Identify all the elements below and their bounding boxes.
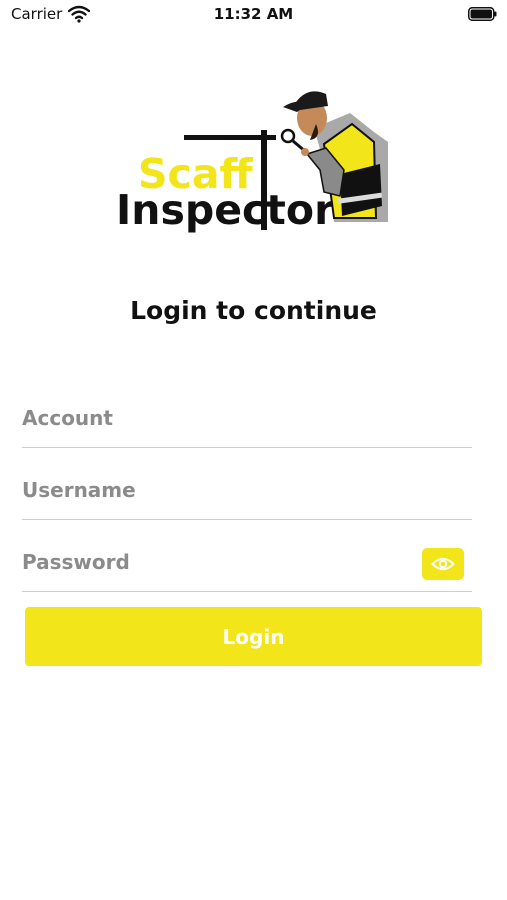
account-input[interactable] xyxy=(22,392,402,444)
eye-icon xyxy=(431,557,455,571)
status-bar: Carrier 11:32 AM xyxy=(0,0,507,30)
scaff-inspector-logo: Scaff Inspector xyxy=(116,91,388,234)
account-field xyxy=(22,392,472,448)
page-heading: Login to continue xyxy=(130,296,377,325)
battery-icon xyxy=(468,7,497,21)
login-button[interactable]: Login xyxy=(25,607,482,666)
password-field xyxy=(22,536,472,592)
status-time: 11:32 AM xyxy=(213,5,294,23)
username-input[interactable] xyxy=(22,464,402,516)
password-input[interactable] xyxy=(22,536,402,588)
username-field xyxy=(22,464,472,520)
logo-word-inspector: Inspector xyxy=(116,186,335,234)
show-password-button[interactable] xyxy=(422,548,464,580)
